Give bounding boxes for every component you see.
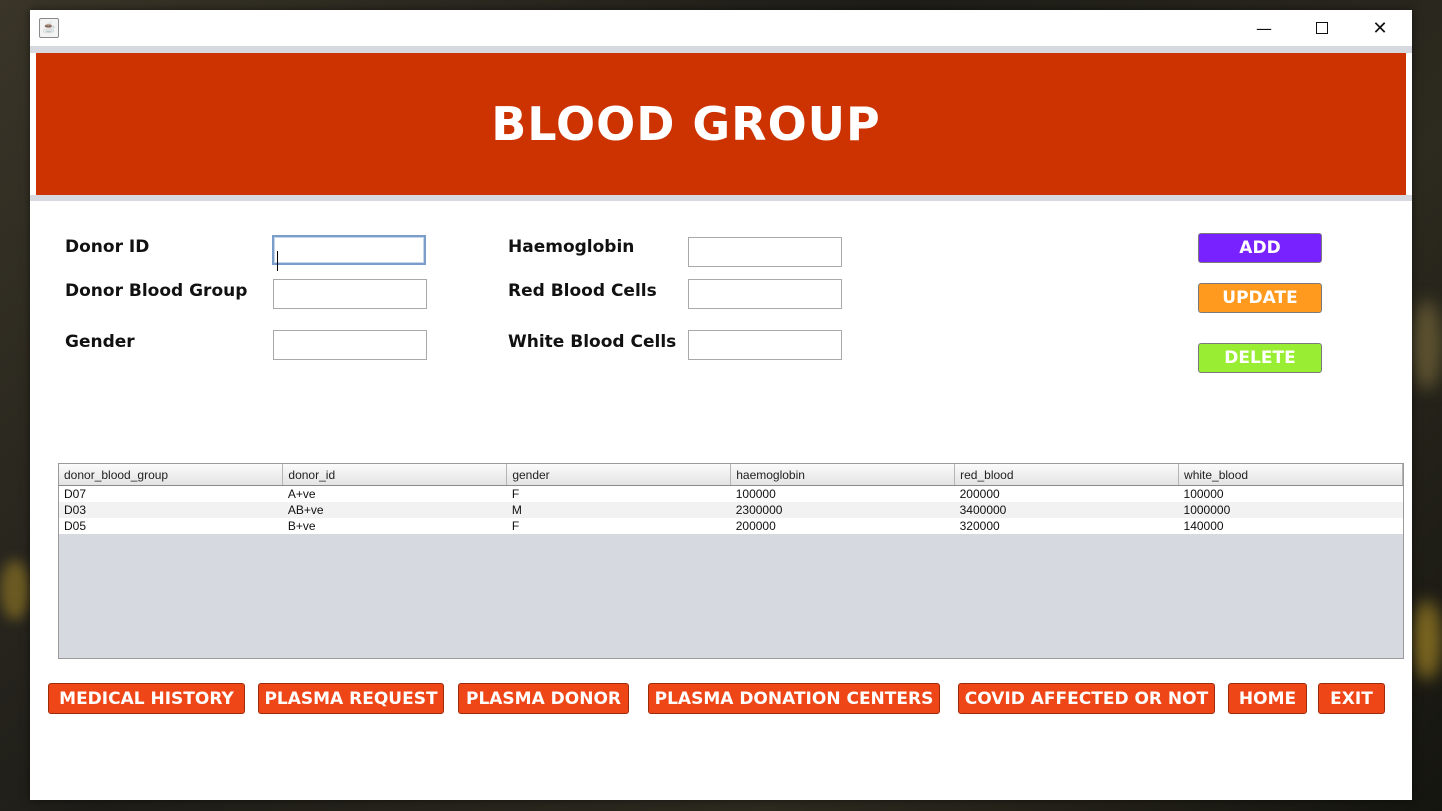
table-cell: D07 [59, 485, 283, 502]
table-cell: 1000000 [1178, 502, 1403, 518]
table-cell: F [506, 485, 731, 502]
table-cell: 200000 [730, 518, 955, 534]
add-button[interactable]: ADD [1198, 233, 1322, 263]
table-row[interactable]: D07 A+ve F 100000 200000 100000 [59, 485, 1403, 502]
table-cell: 140000 [1178, 518, 1403, 534]
column-header[interactable]: haemoglobin [730, 464, 956, 486]
table-cell: 3400000 [954, 502, 1179, 518]
column-header[interactable]: white_blood [1178, 464, 1403, 486]
top-strip [30, 46, 1412, 53]
plasma-donation-centers-button[interactable]: PLASMA DONATION CENTERS [648, 683, 940, 714]
background-blur [1412, 300, 1442, 390]
background-blur [0, 560, 30, 620]
close-button[interactable]: ✕ [1351, 10, 1409, 46]
donor-blood-group-label: Donor Blood Group [65, 281, 248, 301]
delete-button[interactable]: DELETE [1198, 343, 1322, 373]
white-blood-cells-field[interactable] [688, 330, 842, 360]
column-header[interactable]: gender [506, 464, 732, 486]
donor-table[interactable]: donor_blood_group donor_id gender haemog… [58, 463, 1404, 659]
medical-history-button[interactable]: MEDICAL HISTORY [48, 683, 245, 714]
gender-label: Gender [65, 332, 135, 352]
donor-blood-group-field[interactable] [273, 279, 427, 309]
page-title: BLOOD GROUP [491, 97, 881, 151]
table-row[interactable]: D05 B+ve F 200000 320000 140000 [59, 518, 1403, 534]
exit-button[interactable]: EXIT [1318, 683, 1385, 714]
plasma-donor-button[interactable]: PLASMA DONOR [458, 683, 629, 714]
donor-id-label: Donor ID [65, 237, 150, 257]
table-cell: D03 [59, 502, 283, 518]
background-blur [1412, 600, 1442, 680]
table-cell: 100000 [730, 485, 955, 502]
table-header-row: donor_blood_group donor_id gender haemog… [59, 464, 1403, 486]
table-cell: 320000 [954, 518, 1179, 534]
table-cell: D05 [59, 518, 283, 534]
table-cell: 100000 [1178, 485, 1403, 502]
table-cell: 200000 [954, 485, 1179, 502]
app-window: ☕ — ✕ BLOOD GROUP Donor ID Donor Blood G… [30, 10, 1412, 800]
column-header[interactable]: red_blood [954, 464, 1180, 486]
java-icon: ☕ [39, 18, 59, 38]
title-bar: ☕ — ✕ [30, 10, 1412, 46]
content-panel: BLOOD GROUP Donor ID Donor Blood Group G… [30, 46, 1412, 800]
header-banner: BLOOD GROUP [36, 53, 1406, 195]
column-header[interactable]: donor_blood_group [59, 464, 284, 486]
red-blood-cells-field[interactable] [688, 279, 842, 309]
column-header[interactable]: donor_id [282, 464, 508, 486]
table-cell: M [506, 502, 731, 518]
table-cell: F [506, 518, 731, 534]
header-separator [30, 195, 1412, 201]
donor-id-field[interactable] [272, 235, 426, 265]
maximize-icon [1316, 22, 1328, 34]
table-cell: AB+ve [282, 502, 507, 518]
table-cell: B+ve [282, 518, 507, 534]
maximize-button[interactable] [1293, 10, 1351, 46]
update-button[interactable]: UPDATE [1198, 283, 1322, 313]
table-cell: A+ve [282, 485, 507, 502]
plasma-request-button[interactable]: PLASMA REQUEST [258, 683, 444, 714]
gender-field[interactable] [273, 330, 427, 360]
haemoglobin-field[interactable] [688, 237, 842, 267]
covid-affected-button[interactable]: COVID AFFECTED OR NOT [958, 683, 1215, 714]
table-row[interactable]: D03 AB+ve M 2300000 3400000 1000000 [59, 502, 1403, 518]
white-blood-cells-label: White Blood Cells [508, 332, 677, 352]
home-button[interactable]: HOME [1228, 683, 1307, 714]
haemoglobin-label: Haemoglobin [508, 237, 635, 257]
table-cell: 2300000 [730, 502, 955, 518]
minimize-button[interactable]: — [1235, 10, 1293, 46]
red-blood-cells-label: Red Blood Cells [508, 281, 657, 301]
text-caret [277, 251, 278, 271]
